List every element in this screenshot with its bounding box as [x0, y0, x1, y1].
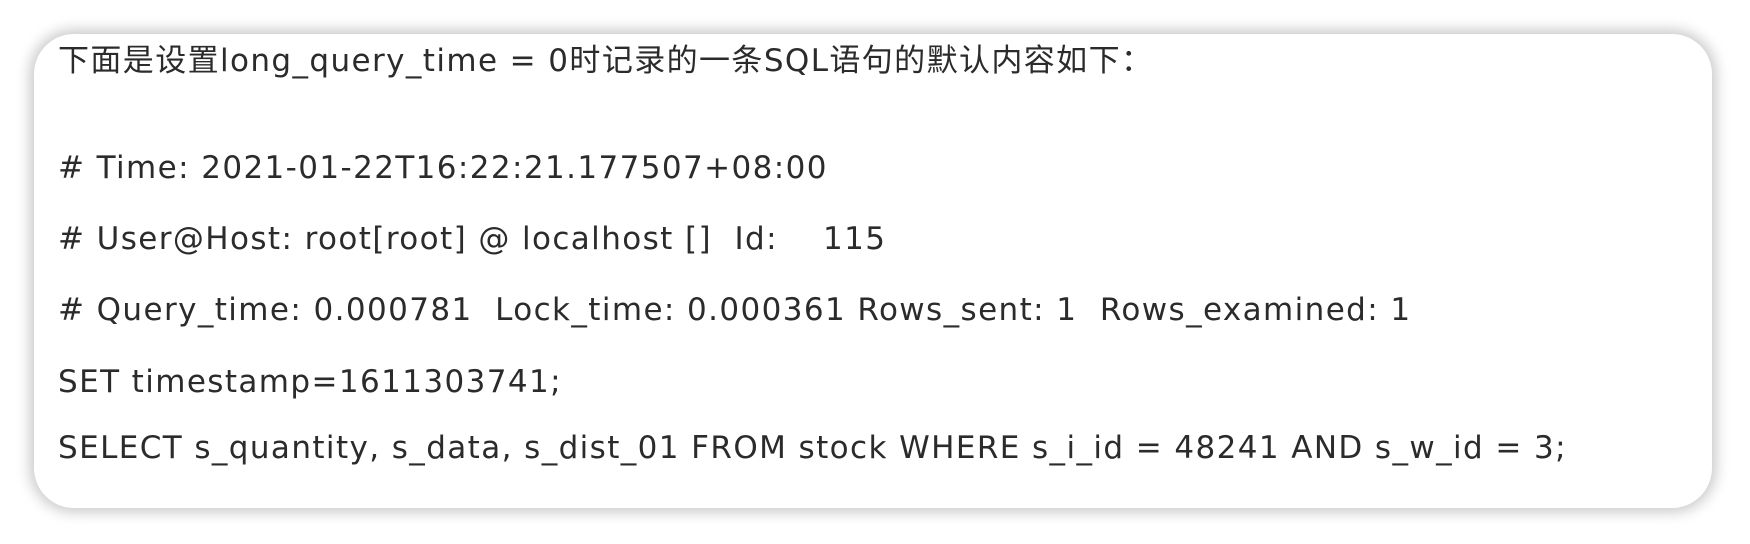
content-card: 下面是设置long_query_time = 0时记录的一条SQL语句的默认内容…: [34, 34, 1712, 508]
log-set-timestamp-line: SET timestamp=1611303741;: [58, 364, 562, 400]
log-sql-statement: SELECT s_quantity, s_data, s_dist_01 FRO…: [58, 430, 1567, 466]
intro-text: 下面是设置long_query_time = 0时记录的一条SQL语句的默认内容…: [58, 43, 1154, 79]
log-time-line: # Time: 2021-01-22T16:22:21.177507+08:00: [58, 150, 828, 186]
log-query-stats-line: # Query_time: 0.000781 Lock_time: 0.0003…: [58, 292, 1412, 328]
log-user-host-line: # User@Host: root[root] @ localhost [] I…: [58, 221, 887, 257]
